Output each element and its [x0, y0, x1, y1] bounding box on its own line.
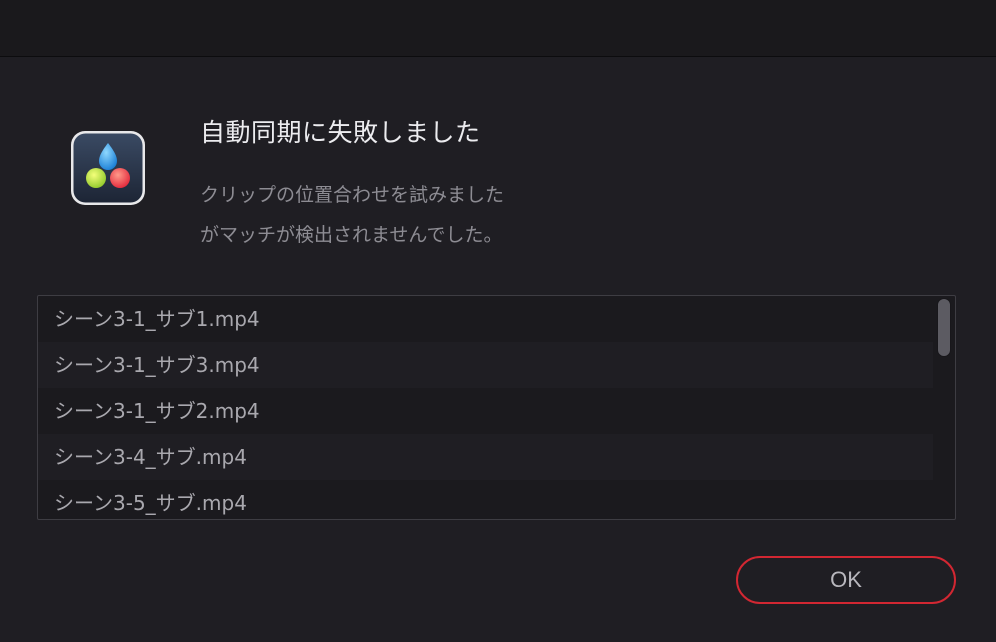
dialog-message-line: クリップの位置合わせを試みました	[200, 184, 505, 206]
list-item[interactable]: シーン3-5_サブ.mp4	[38, 480, 933, 519]
list-scrollbar[interactable]	[937, 298, 951, 357]
sync-failed-dialog: 自動同期に失敗しました クリップの位置合わせを試みました がマッチが検出されませ…	[0, 57, 996, 642]
clip-list[interactable]: シーン3-1_サブ1.mp4 シーン3-1_サブ3.mp4 シーン3-1_サブ2…	[37, 295, 956, 520]
window-title-bar[interactable]	[0, 0, 996, 57]
davinci-resolve-icon	[71, 131, 145, 205]
dialog-title: 自動同期に失敗しました	[200, 118, 481, 147]
list-item[interactable]: シーン3-1_サブ3.mp4	[38, 342, 933, 388]
list-item[interactable]: シーン3-4_サブ.mp4	[38, 434, 933, 480]
list-item[interactable]: シーン3-1_サブ2.mp4	[38, 388, 933, 434]
dialog-message-line: がマッチが検出されませんでした。	[200, 224, 503, 246]
ok-button[interactable]: OK	[736, 556, 956, 604]
dialog-message: クリップの位置合わせを試みました がマッチが検出されませんでした。	[200, 175, 620, 255]
list-item[interactable]: シーン3-1_サブ1.mp4	[38, 296, 933, 342]
